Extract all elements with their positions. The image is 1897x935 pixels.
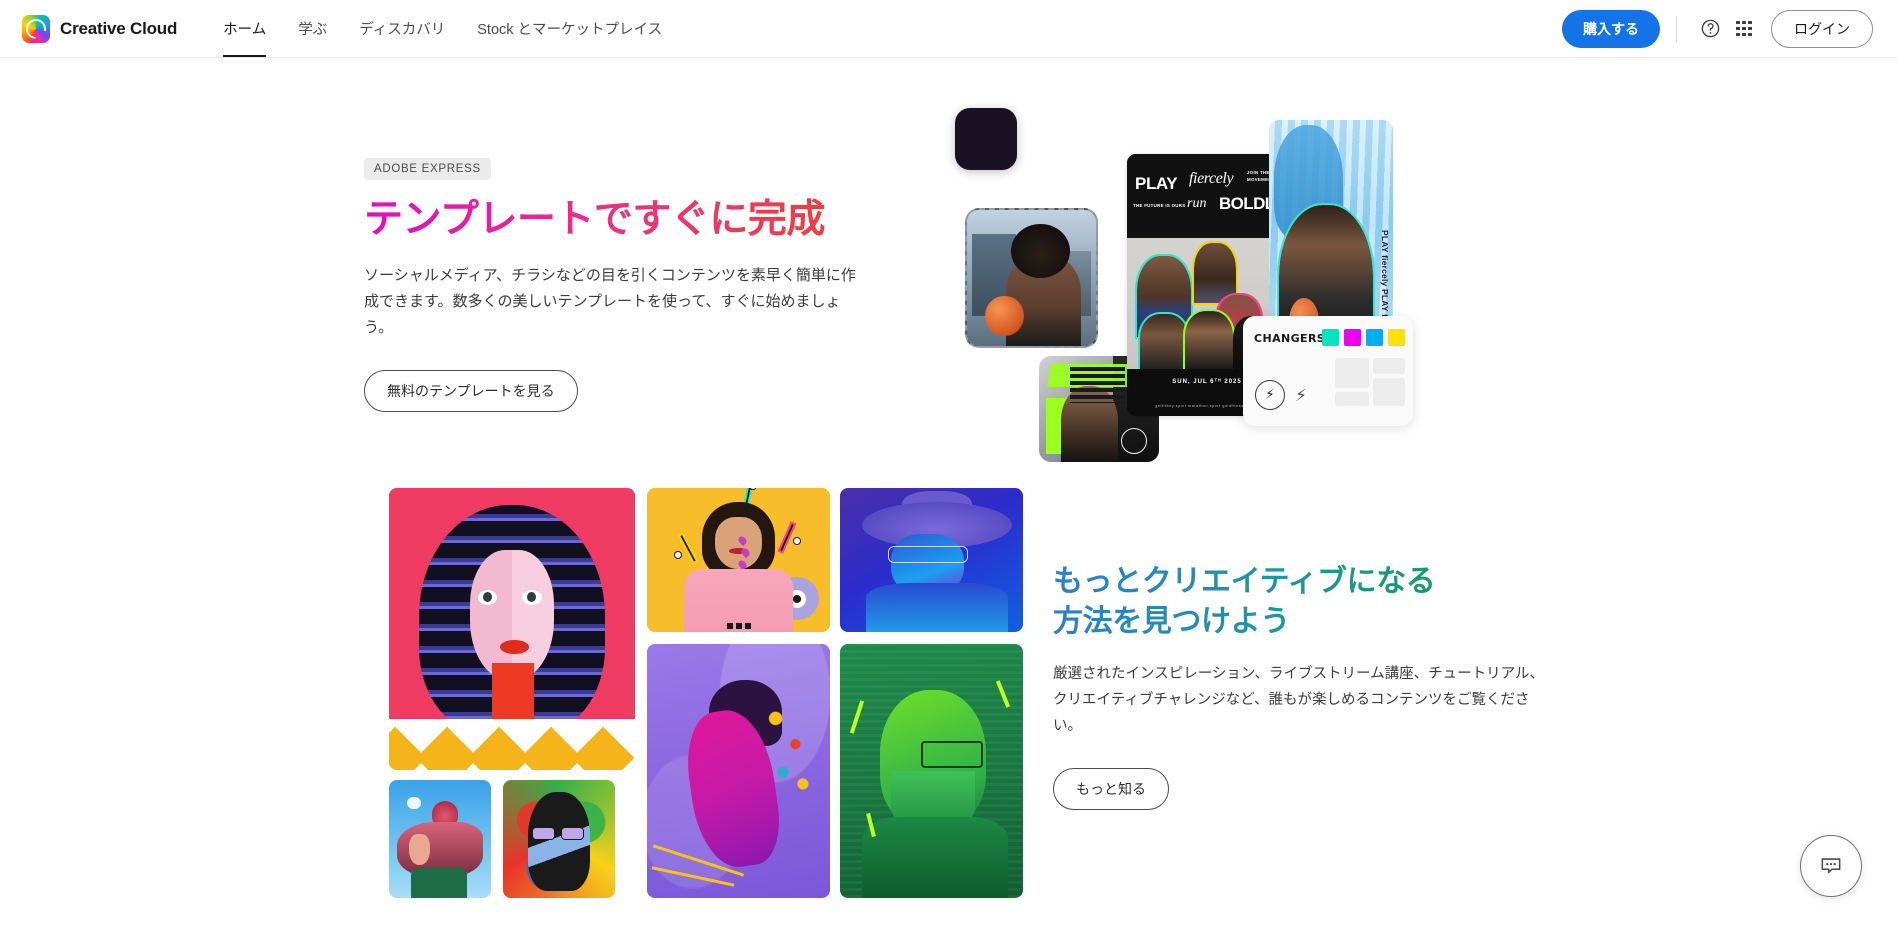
app-grid-icon: [1736, 20, 1752, 37]
gallery-tile-green-portrait[interactable]: [840, 644, 1023, 898]
poster-play-text: PLAY: [1135, 174, 1178, 193]
header-divider: [1676, 15, 1677, 42]
collage-basketball-photo: [965, 208, 1098, 348]
panel-swatch-row: [1322, 329, 1405, 346]
brand-name: Creative Cloud: [60, 18, 178, 38]
discover-copy: もっとクリエイティブになる 方法を見つけよう 厳選されたインスピレーション、ライ…: [1053, 488, 1544, 898]
discover-gallery: [389, 488, 1023, 898]
brand-home-link[interactable]: Creative Cloud: [22, 14, 178, 43]
nav-item-discover-label: ディスカバリ: [359, 22, 446, 38]
lightning-bolt-icon: ⚡: [1295, 386, 1307, 405]
poster-run-text: run: [1187, 196, 1207, 211]
gallery-tile-rainbow-paint-portrait[interactable]: [503, 780, 615, 898]
main-nav: ホーム 学ぶ ディスカバリ Stock とマーケットプレイス: [207, 0, 678, 57]
nav-item-discover[interactable]: ディスカバリ: [343, 0, 461, 57]
top-navigation-bar: Creative Cloud ホーム 学ぶ ディスカバリ Stock とマーケッ…: [0, 0, 1897, 58]
discover-cta-button[interactable]: もっと知る: [1053, 767, 1169, 810]
poster-fiercely-text: fiercely: [1189, 170, 1234, 187]
help-button[interactable]: [1693, 12, 1727, 46]
login-button[interactable]: ログイン: [1771, 9, 1873, 48]
gallery-tile-psychedelic-portrait[interactable]: [647, 644, 830, 898]
hero-copy: ADOBE EXPRESS テンプレートですぐに完成 ソーシャルメディア、チラシ…: [364, 113, 884, 478]
chat-button[interactable]: [1800, 835, 1862, 897]
header-actions: 購入する ログイン: [1562, 9, 1873, 48]
swatch-yellow: [1388, 329, 1405, 346]
buy-button[interactable]: 購入する: [1562, 9, 1660, 48]
discover-title-line2: 方法を見つけよう: [1053, 605, 1290, 639]
nav-item-stock-marketplace[interactable]: Stock とマーケットプレイス: [461, 0, 678, 57]
nav-item-learn[interactable]: 学ぶ: [282, 0, 343, 57]
chat-bubble-icon: [1821, 858, 1841, 874]
hero-cta-button[interactable]: 無料のテンプレートを見る: [364, 369, 578, 412]
panel-title: CHANGERS: [1254, 332, 1326, 345]
poster-date-text: SUN, JUL 6ᵀᴴ 2025: [1172, 379, 1242, 386]
swatch-teal: [1322, 329, 1339, 346]
hero-section: ADOBE EXPRESS テンプレートですぐに完成 ソーシャルメディア、チラシ…: [0, 58, 1897, 478]
adobe-express-app-icon: [955, 108, 1224, 307]
help-circle-icon: [1701, 19, 1719, 38]
gallery-tile-illustrated-woman[interactable]: [389, 488, 635, 770]
swatch-magenta: [1344, 329, 1361, 346]
discover-section: もっとクリエイティブになる 方法を見つけよう 厳選されたインスピレーション、ライ…: [0, 488, 1897, 898]
gallery-tile-yellow-portrait[interactable]: [647, 488, 830, 632]
collage-brand-panel: CHANGERS ⚡: [1243, 316, 1413, 426]
nav-item-home-label: ホーム: [223, 22, 267, 38]
nav-item-learn-label: 学ぶ: [298, 22, 328, 38]
nav-item-stock-label: Stock とマーケットプレイス: [477, 22, 663, 38]
gallery-tile-flower-girl[interactable]: [389, 780, 491, 898]
discover-title-line1: もっとクリエイティブになる: [1053, 565, 1436, 598]
gallery-tile-blue-hat-portrait[interactable]: [840, 488, 1023, 632]
hero-title: テンプレートですぐに完成: [364, 196, 884, 245]
creative-cloud-logo-icon: [22, 14, 50, 43]
discover-title: もっとクリエイティブになる 方法を見つけよう: [1053, 562, 1483, 642]
hero-eyebrow-badge: ADOBE EXPRESS: [364, 158, 491, 180]
app-switcher-button[interactable]: [1727, 12, 1761, 46]
discover-description: 厳選されたインスピレーション、ライブストリーム講座、チュートリアル、クリエイティ…: [1053, 666, 1544, 734]
hero-collage: PLAY fiercely run BOLDLY JOIN THE MOVEME…: [955, 108, 1455, 462]
swatch-blue: [1366, 329, 1383, 346]
hero-description: ソーシャルメディア、チラシなどの目を引くコンテンツを素早く簡単に作成できます。数…: [364, 266, 856, 337]
nav-item-home[interactable]: ホーム: [207, 0, 282, 57]
poster-future-text: THE FUTURE IS OURS: [1133, 203, 1186, 208]
lightning-seal-icon: [1255, 380, 1285, 410]
